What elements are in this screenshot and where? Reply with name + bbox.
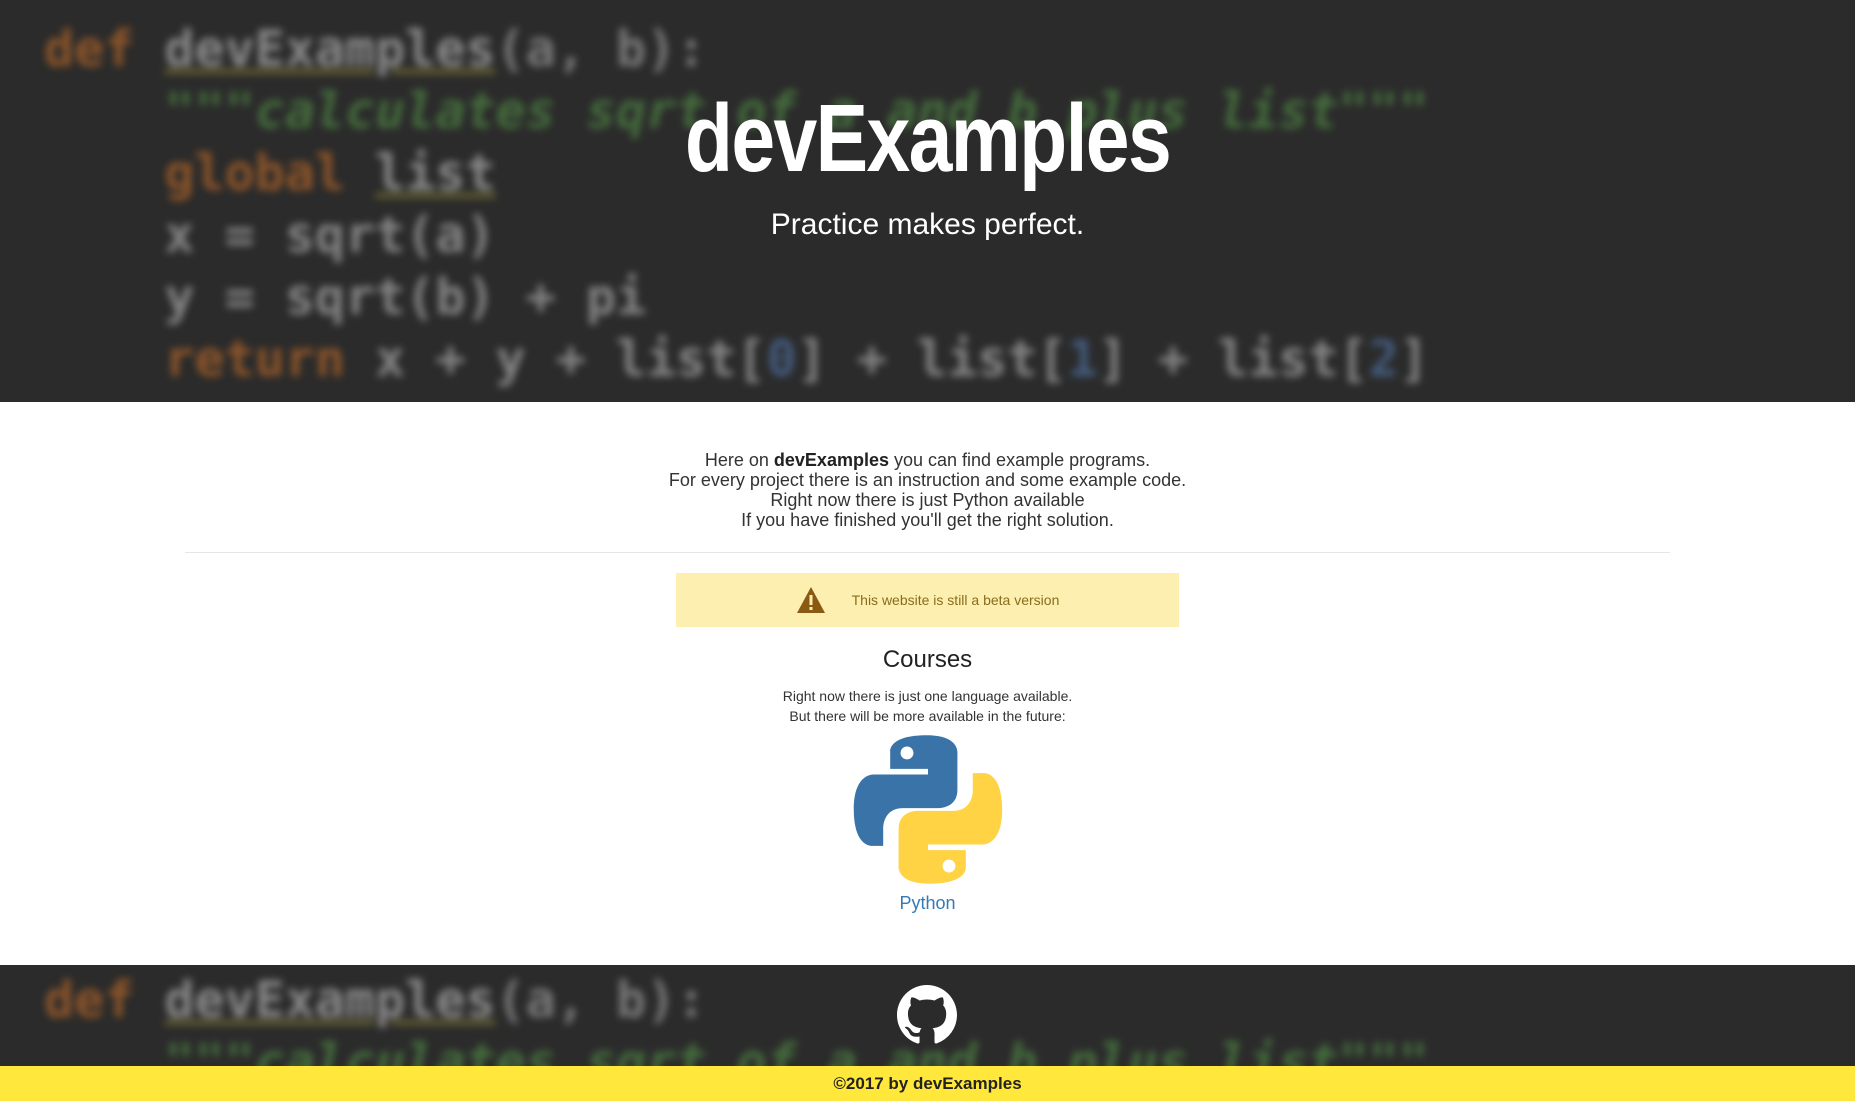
github-link[interactable] (897, 985, 957, 1045)
courses-desc-line-2: But there will be more available in the … (789, 708, 1066, 724)
intro-line-1-prefix: Here on (704, 450, 774, 470)
intro-text: Here on devExamples you can find example… (0, 450, 1855, 530)
code-line: return x + y + list[0] + list[1] + list[… (44, 330, 1429, 388)
hero-banner: def devExamples(a, b): """calculates sqr… (0, 0, 1855, 402)
intro-line-4: If you have finished you'll get the righ… (741, 510, 1114, 530)
course-python-label: Python (899, 893, 956, 913)
course-python-link[interactable]: Python (840, 732, 1015, 922)
copyright-bar: ©2017 by devExamples (0, 1066, 1855, 1101)
code-line: y = sqrt(b) + pi (44, 268, 647, 326)
courses-desc-line-1: Right now there is just one language ava… (782, 688, 1073, 704)
intro-line-2: For every project there is an instructio… (668, 470, 1187, 490)
github-icon (897, 985, 957, 1044)
section-divider (185, 552, 1670, 553)
code-line: def devExamples(a, b): (44, 20, 707, 78)
intro-line-1: Here on devExamples you can find example… (0, 450, 1855, 470)
code-line: def devExamples(a, b): (44, 971, 707, 1029)
site-title: devExamples (684, 85, 1172, 192)
code-line: """calculates sqrt of a and b plus list"… (44, 1033, 1429, 1066)
site-tagline: Practice makes perfect. (770, 208, 1085, 241)
courses-description: Right now there is just one language ava… (0, 686, 1855, 726)
courses-heading: Courses (882, 646, 973, 673)
beta-warning-text: This website is still a beta version (851, 592, 1060, 608)
warning-icon (796, 587, 825, 613)
intro-line-1-suffix: you can find example programs. (888, 450, 1151, 470)
beta-warning-alert: This website is still a beta version (676, 573, 1179, 627)
python-logo-icon (853, 735, 1002, 884)
intro-line-3: Right now there is just Python available (770, 490, 1085, 510)
hero-code-background: def devExamples(a, b): """calculates sqr… (0, 0, 1855, 402)
intro-brand-name: devExamples (773, 450, 889, 470)
